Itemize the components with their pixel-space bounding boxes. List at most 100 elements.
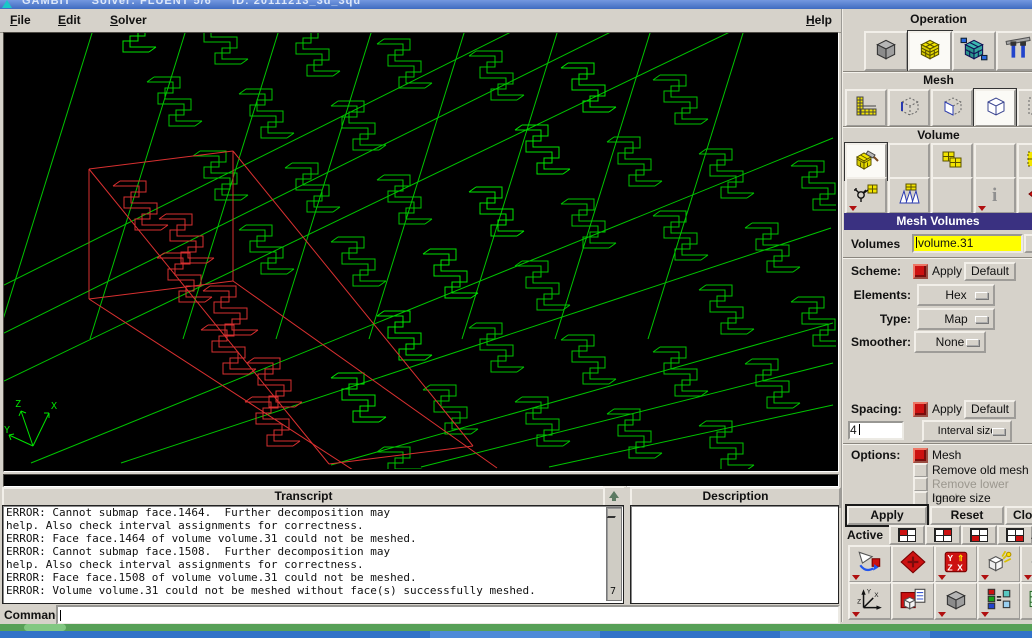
- menu-file[interactable]: File: [10, 13, 31, 27]
- mesh-command-button[interactable]: [907, 30, 953, 72]
- type-dropdown[interactable]: Map: [917, 308, 995, 330]
- info-icon: i: [992, 185, 997, 206]
- color-code-button[interactable]: [977, 582, 1021, 620]
- dropdown-triangle-icon: [852, 612, 860, 617]
- geometry-command-button[interactable]: [864, 31, 908, 71]
- link-volume-mesh-button[interactable]: [845, 177, 887, 214]
- spacing-apply-toggle[interactable]: [913, 402, 928, 417]
- undo-arrow-icon: [1031, 561, 1032, 563]
- fit-to-window-button[interactable]: [848, 545, 892, 583]
- transcript-log[interactable]: ERROR: Cannot submap face.1464. Further …: [2, 505, 624, 604]
- delete-volume-mesh-button[interactable]: [1017, 177, 1032, 214]
- form-title: Mesh Volumes: [844, 213, 1032, 230]
- scroll-top-tick: [606, 510, 620, 518]
- volumes-input[interactable]: volume.31: [912, 234, 1023, 253]
- option-menu-glyph: [966, 339, 979, 346]
- link-mesh-icon: [854, 184, 878, 202]
- scheme-apply-toggle[interactable]: [913, 264, 928, 279]
- svg-text:Y: Y: [4, 425, 10, 436]
- mesh-cube-icon: [920, 39, 940, 60]
- face-mesh-button[interactable]: [931, 89, 973, 127]
- boundary-layer-mesh-button[interactable]: [845, 89, 887, 127]
- volume-blank-button-1[interactable]: [888, 143, 930, 180]
- menu-edit[interactable]: Edit: [58, 13, 81, 27]
- center-view-button[interactable]: [891, 545, 935, 583]
- spacing-mode-dropdown[interactable]: Interval size: [922, 420, 1012, 442]
- transcript-line: ERROR: Cannot submap face.1464. Further …: [6, 506, 391, 519]
- desktop-strip: [0, 624, 1032, 631]
- quadrant-1-button[interactable]: [889, 525, 925, 545]
- orient-triad-button[interactable]: Y X Z: [848, 582, 892, 620]
- axis-triad-icon: Y X Z: [857, 589, 882, 610]
- window-titlebar[interactable]: GAMBIT Solver: FLUENT 5/6 ID: 20111213_3…: [0, 0, 1032, 9]
- zones-command-button[interactable]: [952, 31, 996, 71]
- transcript-line: ERROR: Cannot submap face.1508. Further …: [6, 545, 391, 558]
- tools-command-button[interactable]: [996, 31, 1032, 71]
- volumes-label: Volumes: [851, 237, 901, 251]
- form-divider: [843, 443, 1032, 445]
- smooth-volume-mesh-button[interactable]: [888, 177, 930, 214]
- quadrant-2-button[interactable]: [925, 525, 961, 545]
- spacing-input[interactable]: 4: [848, 421, 904, 440]
- smoother-dropdown[interactable]: None: [914, 331, 986, 353]
- quadrant-4-button[interactable]: [997, 525, 1032, 545]
- volume-blank-button-3[interactable]: [931, 177, 973, 214]
- option-mesh-toggle[interactable]: [913, 448, 928, 463]
- option-ignore-size-functions-toggle[interactable]: [913, 491, 928, 506]
- svg-text:X: X: [51, 401, 57, 412]
- fit-to-window-icon: [858, 551, 881, 572]
- svg-text:Y: Y: [947, 553, 953, 563]
- transcript-line: ERROR: Face face.1464 of volume volume.3…: [6, 532, 417, 545]
- mesh-volumes-button[interactable]: [844, 142, 888, 181]
- submap-volume-button[interactable]: [931, 143, 973, 180]
- dropdown-triangle-icon: [852, 575, 860, 580]
- zones-cube-icon: [960, 37, 988, 61]
- dropdown-triangle-icon: [938, 575, 946, 580]
- spacing-default-button[interactable]: Default: [964, 400, 1016, 419]
- volume-blank-button-2[interactable]: [974, 143, 1016, 180]
- scroll-line-indicator: 7: [610, 586, 617, 597]
- apply-button[interactable]: Apply: [847, 506, 927, 525]
- graphics-viewport[interactable]: Z X Y: [0, 2, 847, 497]
- option-remove-lower-mesh-toggle[interactable]: [913, 477, 928, 492]
- app-icon: [2, 0, 12, 8]
- menu-help[interactable]: Help: [806, 13, 832, 27]
- volume-mesh-info-button[interactable]: i: [974, 177, 1016, 214]
- close-button[interactable]: Close: [1005, 506, 1032, 525]
- examine-mesh-button[interactable]: [1020, 582, 1032, 620]
- shade-light-button[interactable]: [977, 545, 1021, 583]
- option-remove-old-mesh-toggle[interactable]: [913, 463, 928, 478]
- volume-mesh-button[interactable]: [973, 88, 1017, 128]
- edge-mesh-button[interactable]: [888, 89, 930, 127]
- quadrant-3-button[interactable]: [961, 525, 997, 545]
- boundary-layer-icon: [856, 96, 877, 116]
- render-mode-button[interactable]: [934, 582, 978, 620]
- menu-solver[interactable]: Solver: [110, 13, 147, 27]
- volumes-pick-button[interactable]: [1024, 234, 1032, 253]
- specify-view-button[interactable]: [891, 582, 935, 620]
- svg-text:⇑: ⇑: [957, 553, 964, 563]
- align-axes-button[interactable]: Y ⇑ Z X: [934, 545, 978, 583]
- transcript-scrollbar[interactable]: 7: [606, 507, 622, 601]
- svg-text:Z: Z: [15, 399, 21, 410]
- reset-button[interactable]: Reset: [930, 506, 1004, 525]
- command-input[interactable]: [56, 605, 840, 625]
- undo-button[interactable]: [1020, 545, 1032, 583]
- edge-mesh-icon: [901, 97, 919, 116]
- text-caret: [60, 610, 61, 621]
- description-area: [630, 505, 839, 604]
- menubar: File Edit Solver Help: [0, 9, 841, 33]
- smoother-label: Smoother:: [851, 335, 911, 349]
- svg-text:i: i: [992, 185, 997, 206]
- elements-dropdown[interactable]: Hex: [917, 284, 995, 306]
- taskbar-strip[interactable]: [0, 631, 1032, 638]
- examine-mesh-icon: [1029, 590, 1032, 608]
- operation-panel: Operation Mesh Volume i Mesh Volumes Vol…: [841, 9, 1032, 622]
- scheme-default-button[interactable]: Default: [964, 262, 1016, 281]
- stitch-volume-button[interactable]: [1017, 143, 1032, 180]
- group-mesh-button[interactable]: [1017, 89, 1032, 127]
- center-diamond-icon: [900, 550, 926, 574]
- gambit-window: GAMBIT Solver: FLUENT 5/6 ID: 20111213_3…: [0, 0, 1032, 638]
- tools-icon: [1005, 36, 1031, 58]
- panel-sash[interactable]: [624, 487, 629, 604]
